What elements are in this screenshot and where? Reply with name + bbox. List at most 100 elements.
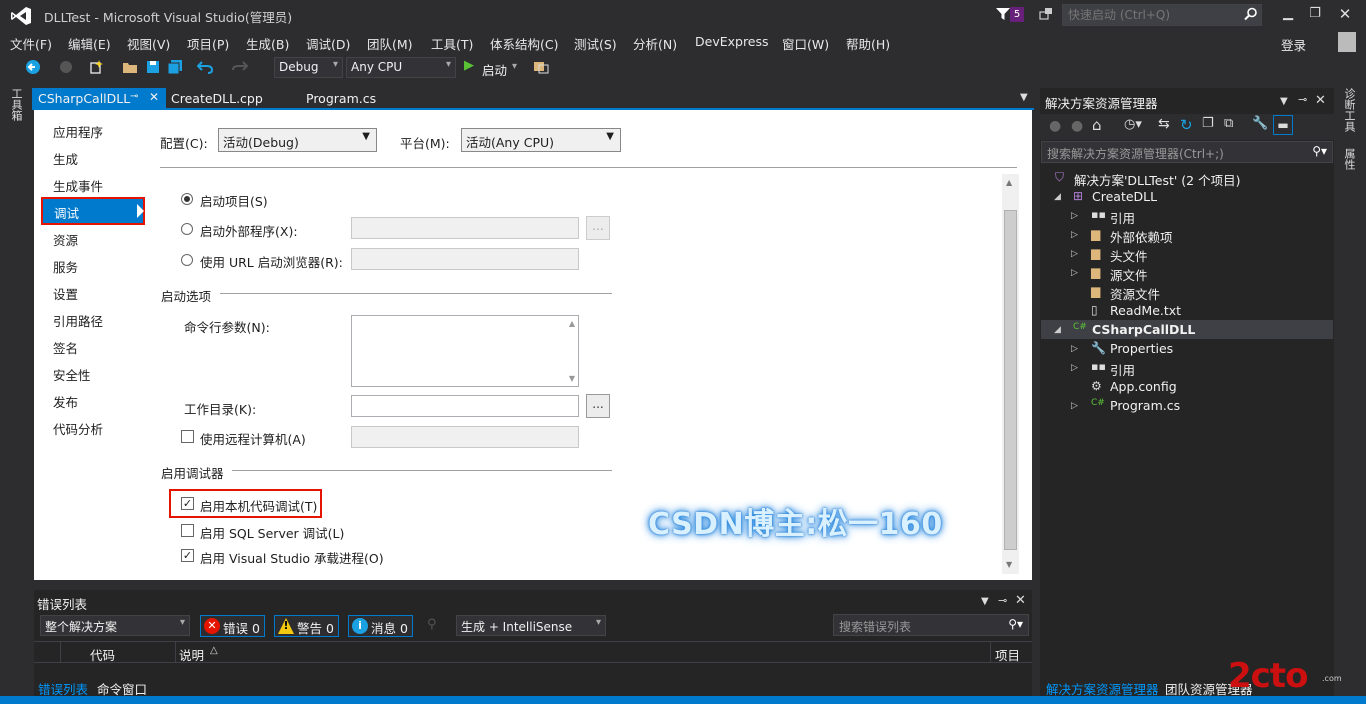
close-icon[interactable]: ✕ <box>1315 93 1326 108</box>
avatar[interactable] <box>1338 32 1356 52</box>
cmd-args-textarea[interactable]: ▲ ▼ <box>351 315 579 387</box>
save-all-icon[interactable] <box>167 59 183 75</box>
nav-item-application[interactable]: 应用程序 <box>53 122 103 141</box>
tree-item[interactable]: 头文件 <box>1110 246 1148 265</box>
pin-icon[interactable]: ⊸ <box>1298 93 1307 106</box>
config-select[interactable]: 活动(Debug) ▼ <box>218 128 377 152</box>
menu-debug[interactable]: 调试(D) <box>306 34 350 53</box>
chevron-down-icon[interactable]: ▼ <box>1280 96 1288 107</box>
tab-program-cs[interactable]: Program.cs <box>300 88 382 110</box>
nav-item-reference-paths[interactable]: 引用路径 <box>53 311 103 330</box>
remote-machine-input[interactable] <box>351 426 579 448</box>
solution-config-dropdown[interactable]: Debug ▾ <box>274 57 343 78</box>
tree-solution[interactable]: 解决方案'DLLTest' (2 个项目) <box>1074 170 1240 189</box>
menu-build[interactable]: 生成(B) <box>246 34 289 53</box>
tree-item[interactable]: 外部依赖项 <box>1110 227 1173 246</box>
tree-item[interactable]: 引用 <box>1110 208 1135 227</box>
menu-project[interactable]: 项目(P) <box>187 34 229 53</box>
menu-analyze[interactable]: 分析(N) <box>633 34 677 53</box>
tree-item[interactable]: Program.cs <box>1110 398 1180 413</box>
nav-item-publish[interactable]: 发布 <box>53 392 78 411</box>
collapsed-icon[interactable]: ▷ <box>1071 230 1078 240</box>
expanded-icon[interactable]: ◢ <box>1054 192 1061 202</box>
minimize-icon[interactable]: ▁ <box>1276 4 1300 24</box>
close-icon[interactable]: ✕ <box>1333 4 1357 24</box>
tree-item[interactable]: Properties <box>1110 341 1173 356</box>
nav-item-signing[interactable]: 签名 <box>53 338 78 357</box>
expanded-icon[interactable]: ◢ <box>1054 325 1061 335</box>
errors-filter-button[interactable]: ✕ 错误 0 <box>200 615 265 637</box>
back-icon[interactable] <box>25 59 41 75</box>
new-project-icon[interactable] <box>88 59 104 75</box>
tree-item[interactable]: ReadMe.txt <box>1110 303 1181 318</box>
menu-tools[interactable]: 工具(T) <box>431 34 473 53</box>
nav-item-settings[interactable]: 设置 <box>53 284 78 303</box>
tree-project-createdll[interactable]: CreateDLL <box>1092 189 1157 204</box>
nav-item-services[interactable]: 服务 <box>53 257 78 276</box>
filter-icon[interactable]: ⚲ <box>427 617 437 632</box>
back-icon[interactable]: ● <box>1049 118 1061 134</box>
tab-createdll-cpp[interactable]: CreateDLL.cpp <box>165 88 269 110</box>
scroll-up-icon[interactable]: ▲ <box>1006 178 1012 187</box>
close-tab-icon[interactable]: ✕ <box>149 90 159 104</box>
collapsed-icon[interactable]: ▷ <box>1071 363 1078 373</box>
tree-item[interactable]: App.config <box>1110 379 1177 394</box>
tab-overflow-icon[interactable]: ▼ <box>1020 92 1028 103</box>
browser-link-icon[interactable] <box>533 59 549 75</box>
refresh-icon[interactable]: ↻ <box>1180 116 1193 134</box>
sql-debug-checkbox[interactable] <box>181 524 194 537</box>
menu-team[interactable]: 团队(M) <box>367 34 413 53</box>
warnings-filter-button[interactable]: ! 警告 0 <box>274 615 339 637</box>
start-external-radio[interactable] <box>181 223 193 235</box>
show-all-files-icon[interactable]: ⧉ <box>1224 116 1233 131</box>
properties-wrench-icon[interactable]: 🔧 <box>1252 116 1268 131</box>
close-icon[interactable]: ✕ <box>1015 593 1026 608</box>
collapsed-icon[interactable]: ▷ <box>1071 211 1078 221</box>
error-search-input[interactable]: 搜索错误列表 ⚲▾ <box>833 614 1029 636</box>
feedback-icon[interactable] <box>1038 6 1054 22</box>
messages-filter-button[interactable]: i 消息 0 <box>348 615 413 637</box>
platform-dropdown[interactable]: Any CPU ▾ <box>346 57 456 78</box>
menu-devexpress[interactable]: DevExpress <box>695 34 769 49</box>
scrollbar-thumb[interactable] <box>1004 210 1017 550</box>
scroll-down-icon[interactable]: ▼ <box>569 374 575 383</box>
start-button[interactable]: 启动 <box>482 60 507 79</box>
tree-item[interactable]: 资源文件 <box>1110 284 1160 303</box>
feedback-filter-icon[interactable] <box>995 6 1011 22</box>
notification-badge[interactable]: 5 <box>1010 7 1024 22</box>
chevron-down-icon[interactable]: ▾ <box>512 61 517 72</box>
menu-edit[interactable]: 编辑(E) <box>68 34 111 53</box>
open-folder-icon[interactable] <box>122 59 138 75</box>
browse-work-dir-button[interactable]: ... <box>586 394 610 418</box>
nav-item-build-events[interactable]: 生成事件 <box>53 176 103 195</box>
tree-item[interactable]: 引用 <box>1110 360 1135 379</box>
tab-csharpcalldll[interactable]: CSharpCallDLL ⊸ ✕ <box>32 88 166 110</box>
start-url-radio[interactable] <box>181 254 193 266</box>
menu-architecture[interactable]: 体系结构(C) <box>490 34 558 53</box>
remote-machine-checkbox[interactable] <box>181 430 194 443</box>
maximize-icon[interactable]: ❐ <box>1303 4 1327 24</box>
menu-window[interactable]: 窗口(W) <box>782 34 829 53</box>
scroll-up-icon[interactable]: ▲ <box>569 319 575 328</box>
login-link[interactable]: 登录 <box>1281 35 1306 54</box>
undo-icon[interactable] <box>197 59 213 75</box>
history-icon[interactable]: ◷▾ <box>1124 117 1142 132</box>
nav-item-resources[interactable]: 资源 <box>53 230 78 249</box>
start-project-radio[interactable] <box>181 193 193 205</box>
collapsed-icon[interactable]: ▷ <box>1071 249 1078 259</box>
platform-select[interactable]: 活动(Any CPU) ▼ <box>461 128 621 152</box>
solution-search-input[interactable]: 搜索解决方案资源管理器(Ctrl+;) ⚲▾ <box>1041 141 1333 163</box>
sync-icon[interactable]: ⇆ <box>1158 116 1170 132</box>
nav-item-code-analysis[interactable]: 代码分析 <box>53 419 103 438</box>
external-program-input[interactable] <box>351 217 579 239</box>
native-debug-checkbox[interactable]: ✓ <box>181 497 194 510</box>
preview-icon[interactable]: ▬ <box>1273 115 1293 135</box>
collapsed-icon[interactable]: ▷ <box>1071 344 1078 354</box>
save-icon[interactable] <box>145 59 161 75</box>
menu-test[interactable]: 测试(S) <box>574 34 617 53</box>
pin-icon[interactable]: ⊸ <box>998 594 1007 607</box>
toolbox-tab[interactable]: 工具箱 <box>10 88 24 121</box>
column-description[interactable]: 说明 <box>179 645 204 664</box>
search-icon[interactable] <box>1244 7 1258 21</box>
work-dir-input[interactable] <box>351 395 579 417</box>
